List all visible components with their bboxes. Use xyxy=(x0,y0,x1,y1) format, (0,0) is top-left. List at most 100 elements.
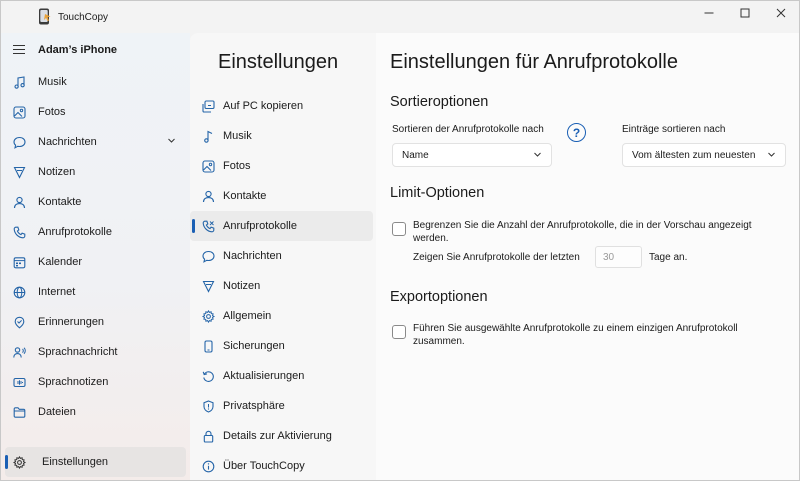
device-name: Adam’s iPhone xyxy=(38,44,118,56)
sidebar-item-label: Erinnerungen xyxy=(38,316,105,328)
gear-icon xyxy=(13,455,26,469)
chat-icon xyxy=(202,250,215,263)
sidebar-item-kalender[interactable]: Kalender xyxy=(1,247,190,277)
minimize-button[interactable] xyxy=(691,1,727,25)
sidebar-item-label: Notizen xyxy=(38,166,76,178)
reminder-icon xyxy=(13,316,26,329)
sidebar-item-dateien[interactable]: Dateien xyxy=(1,397,190,427)
contact-icon xyxy=(202,190,215,203)
settings-item-kontakte[interactable]: Kontakte xyxy=(190,181,376,211)
settings-item-label: Über TouchCopy xyxy=(223,460,305,472)
sidebar-item-fotos[interactable]: Fotos xyxy=(1,97,190,127)
sort-by-label: Sortieren der Anrufprotokolle nach xyxy=(392,124,544,135)
contact-icon xyxy=(13,196,26,209)
settings-item-musik[interactable]: Musik xyxy=(190,121,376,151)
settings-item-anrufprotokolle[interactable]: Anrufprotokolle xyxy=(190,211,373,241)
help-icon[interactable]: ? xyxy=(567,123,586,142)
settings-item-label: Auf PC kopieren xyxy=(223,100,304,112)
chevron-down-icon[interactable] xyxy=(167,136,176,148)
calendar-icon xyxy=(13,256,26,269)
sidebar-item-internet[interactable]: Internet xyxy=(1,277,190,307)
order-by-dropdown[interactable]: Vom ältesten zum neuesten xyxy=(622,143,786,167)
settings-item-label: Fotos xyxy=(223,160,251,172)
sidebar-item-kontakte[interactable]: Kontakte xyxy=(1,187,190,217)
settings-item-label: Musik xyxy=(223,130,252,142)
sidebar-item-sprachnachricht[interactable]: Sprachnachricht xyxy=(1,337,190,367)
close-button[interactable] xyxy=(763,1,799,25)
settings-content: Einstellungen für Anrufprotokolle Sortie… xyxy=(376,33,799,480)
sidebar-item-notizen[interactable]: Notizen xyxy=(1,157,190,187)
sidebar-item-label: Dateien xyxy=(38,406,76,418)
sort-by-dropdown[interactable]: Name xyxy=(392,143,552,167)
globe-icon xyxy=(13,286,26,299)
limit-options-heading: Limit-Optionen xyxy=(390,185,485,201)
page-title: Einstellungen für Anrufprotokolle xyxy=(390,51,678,73)
settings-item-label: Privatsphäre xyxy=(223,400,285,412)
window-title: TouchCopy xyxy=(58,11,109,23)
settings-item-label: Aktualisierungen xyxy=(223,370,305,382)
shield-icon xyxy=(202,399,215,413)
sidebar-header: Adam’s iPhone xyxy=(1,33,190,67)
info-icon xyxy=(202,460,215,473)
settings-item-allgemein[interactable]: Allgemein xyxy=(190,301,376,331)
phone-icon xyxy=(202,220,215,233)
limit-days-input[interactable]: 30 xyxy=(595,246,642,268)
window-controls xyxy=(691,1,799,27)
settings-menu-title: Einstellungen xyxy=(218,51,339,73)
settings-item-label: Allgemein xyxy=(223,310,272,322)
settings-item-auf-pc-kopieren[interactable]: Auf PC kopieren xyxy=(190,91,376,121)
settings-item-details-zur-aktivierung[interactable]: Details zur Aktivierung xyxy=(190,421,376,451)
chevron-down-icon xyxy=(767,150,776,162)
settings-item-notizen[interactable]: Notizen xyxy=(190,271,376,301)
chat-icon xyxy=(13,136,26,149)
touchcopy-logo-icon xyxy=(38,8,52,26)
sidebar-item-einstellungen[interactable]: Einstellungen xyxy=(5,447,186,477)
sidebar: Adam’s iPhone Musik Fotos Nachrichten No… xyxy=(1,33,190,480)
settings-item-aktualisierungen[interactable]: Aktualisierungen xyxy=(190,361,376,391)
lock-icon xyxy=(202,430,215,443)
sidebar-item-label: Kalender xyxy=(38,256,83,268)
voicemail-icon xyxy=(13,346,26,359)
sidebar-item-label: Sprachnotizen xyxy=(38,376,109,388)
maximize-button[interactable] xyxy=(727,1,763,25)
settings-item-label: Details zur Aktivierung xyxy=(223,430,332,442)
notes-icon xyxy=(13,166,26,179)
sidebar-item-musik[interactable]: Musik xyxy=(1,67,190,97)
settings-item-label: Anrufprotokolle xyxy=(223,220,297,232)
sidebar-item-anrufprotokolle[interactable]: Anrufprotokolle xyxy=(1,217,190,247)
sidebar-item-label: Sprachnachricht xyxy=(38,346,118,358)
settings-menu-panel: Einstellungen Auf PC kopieren Musik Foto… xyxy=(190,33,376,480)
phone-icon xyxy=(13,226,26,239)
order-by-label: Einträge sortieren nach xyxy=(622,124,726,135)
sidebar-item-sprachnotizen[interactable]: Sprachnotizen xyxy=(1,367,190,397)
settings-menu-list: Auf PC kopieren Musik Fotos Kontakte Anr… xyxy=(190,91,376,480)
refresh-icon xyxy=(202,370,215,383)
sort-by-value: Name xyxy=(402,149,429,161)
sidebar-item-erinnerungen[interactable]: Erinnerungen xyxy=(1,307,190,337)
settings-item-label: Nachrichten xyxy=(223,250,282,262)
chevron-down-icon xyxy=(533,150,542,162)
settings-item-privatsphaere[interactable]: Privatsphäre xyxy=(190,391,376,421)
settings-item-fotos[interactable]: Fotos xyxy=(190,151,376,181)
copy-to-pc-icon xyxy=(202,99,215,113)
limit-checkbox[interactable] xyxy=(392,222,406,236)
hamburger-menu-icon[interactable] xyxy=(13,45,25,55)
sidebar-item-nachrichten[interactable]: Nachrichten xyxy=(1,127,190,157)
music-note-icon xyxy=(13,75,26,89)
settings-item-label: Notizen xyxy=(223,280,261,292)
photo-icon xyxy=(202,159,215,173)
sidebar-item-label: Anrufprotokolle xyxy=(38,226,112,238)
sidebar-item-label: Musik xyxy=(38,76,67,88)
sidebar-settings-label: Einstellungen xyxy=(42,456,109,468)
app-window: TouchCopy Adam’s iPhone Musik Fotos Nach… xyxy=(0,0,800,481)
settings-item-sicherungen[interactable]: Sicherungen xyxy=(190,331,376,361)
settings-item-nachrichten[interactable]: Nachrichten xyxy=(190,241,376,271)
sort-options-heading: Sortieroptionen xyxy=(390,94,489,110)
settings-item-label: Sicherungen xyxy=(223,340,285,352)
settings-item-ueber-touchcopy[interactable]: Über TouchCopy xyxy=(190,451,376,480)
sidebar-item-label: Internet xyxy=(38,286,76,298)
merge-checkbox[interactable] xyxy=(392,325,406,339)
order-by-value: Vom ältesten zum neuesten xyxy=(632,149,756,161)
merge-checkbox-label: Führen Sie ausgewählte Anrufprotokolle z… xyxy=(413,323,738,347)
voice-memo-icon xyxy=(13,376,26,389)
